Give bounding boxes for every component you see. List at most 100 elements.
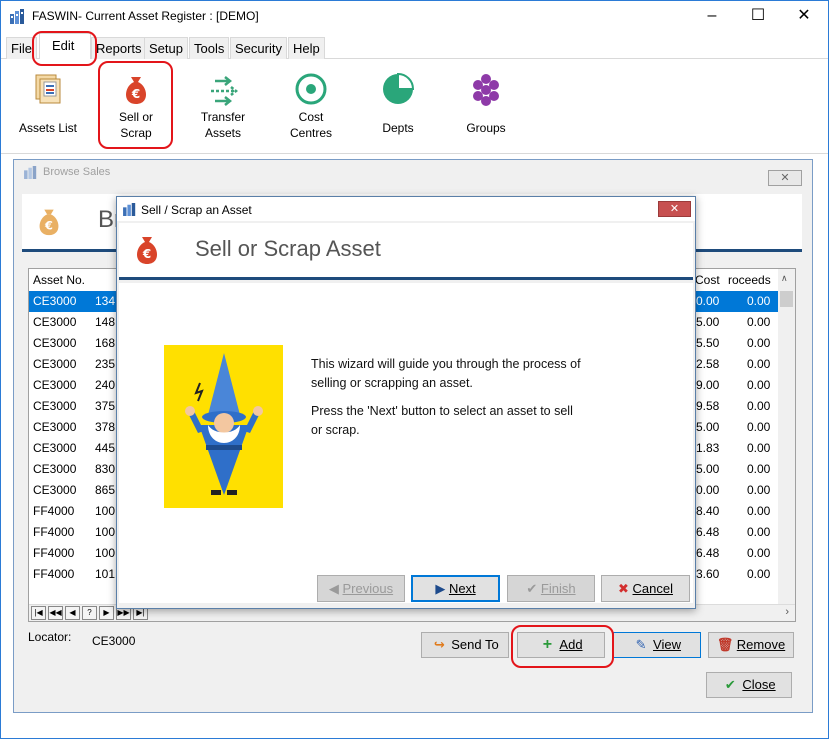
nav-help-button[interactable]: ? — [82, 606, 97, 620]
dialog-grid-icon — [123, 203, 136, 216]
cell-number: 378 — [95, 420, 116, 434]
menu-security[interactable]: Security — [230, 37, 287, 59]
send-arrow-icon: ↪ — [433, 637, 445, 652]
menu-help[interactable]: Help — [288, 37, 325, 59]
cell-proceeds: 0.00 — [747, 378, 771, 392]
cancel-button[interactable]: ✖ Cancel — [601, 575, 690, 602]
locator-input[interactable]: CE3000 — [92, 634, 135, 648]
instruction-line-1: Press the 'Next' button to select an ass… — [311, 404, 573, 418]
close-button[interactable]: ✔ Close — [706, 672, 792, 698]
finish-label: Finish — [540, 581, 576, 596]
remove-label: Remove — [736, 637, 786, 652]
cell-number: 830 — [95, 462, 116, 476]
browse-sales-title: Browse Sales — [43, 166, 111, 178]
col-asset-no[interactable]: Asset No. — [33, 269, 86, 291]
close-window-button[interactable]: ✕ — [781, 1, 827, 32]
cell-proceeds: 0.00 — [747, 462, 771, 476]
cell-cost: 3.60 — [696, 567, 720, 581]
cell-asset-no: CE3000 — [33, 399, 77, 413]
browse-grid-icon — [24, 166, 37, 179]
menu-reports[interactable]: Reports — [91, 37, 147, 59]
main-window: FASWIN- Current Asset Register : [DEMO] … — [0, 0, 829, 739]
intro-line-2: selling or scrapping an asset. — [311, 376, 473, 390]
cell-number: 134 — [95, 294, 116, 308]
cell-proceeds: 0.00 — [747, 441, 771, 455]
previous-button[interactable]: ◀ Previous — [317, 575, 405, 602]
cell-cost: 2.58 — [696, 357, 720, 371]
cell-number: 100 — [95, 525, 116, 539]
view-label: View — [653, 637, 681, 652]
menu-bar: File Edit Reports Setup Tools Security H… — [1, 33, 828, 59]
cost-label-2: Centres — [289, 126, 333, 140]
nav-first-button[interactable]: |◀ — [31, 606, 46, 620]
cell-cost: 5.00 — [696, 315, 720, 329]
triangle-right-icon: ▶ — [435, 581, 449, 596]
close-label: Close — [742, 677, 776, 692]
next-button[interactable]: ▶ Next — [411, 575, 500, 602]
cell-proceeds: 0.00 — [747, 546, 771, 560]
cell-asset-no: CE3000 — [33, 336, 77, 350]
cell-number: 375 — [95, 399, 116, 413]
cost-centres-button[interactable]: Cost Centres — [275, 59, 347, 154]
transfer-assets-button[interactable]: Transfer Assets — [187, 59, 259, 154]
window-title: FASWIN- Current Asset Register : [DEMO] — [32, 9, 259, 23]
cell-proceeds: 0.00 — [747, 294, 771, 308]
cell-number: 240 — [95, 378, 116, 392]
instruction-line-2: or scrap. — [311, 423, 360, 437]
menu-tools[interactable]: Tools — [189, 37, 230, 59]
cell-asset-no: FF4000 — [33, 525, 75, 539]
cell-number: 445 — [95, 441, 116, 455]
cell-proceeds: 0.00 — [747, 420, 771, 434]
cell-proceeds: 0.00 — [747, 525, 771, 539]
depts-button[interactable]: Depts — [363, 59, 433, 154]
cell-asset-no: CE3000 — [33, 441, 77, 455]
cell-cost: 0.00 — [696, 294, 720, 308]
maximize-button[interactable]: ☐ — [735, 1, 781, 32]
check-icon: ✔ — [526, 581, 541, 596]
cell-number: 235 — [95, 357, 116, 371]
cell-asset-no: CE3000 — [33, 483, 77, 497]
nav-next-button[interactable]: ▶ — [99, 606, 114, 620]
highlight-add-button — [511, 625, 614, 668]
dialog-header: € Sell or Scrap Asset — [119, 223, 693, 280]
cell-number: 100 — [95, 546, 116, 560]
finish-button[interactable]: ✔ Finish — [507, 575, 595, 602]
dialog-close-button[interactable]: ✕ — [658, 201, 691, 217]
hexagon-cluster-icon — [473, 74, 499, 106]
svg-text:€: € — [44, 219, 53, 233]
app-grid-icon — [10, 9, 24, 24]
money-bag-euro-icon: € — [137, 237, 157, 264]
menu-setup[interactable]: Setup — [144, 37, 188, 59]
nav-prev-page-button[interactable]: ◀◀ — [48, 606, 63, 620]
cell-proceeds: 0.00 — [747, 567, 771, 581]
view-button[interactable]: ✎ View — [613, 632, 701, 658]
cell-proceeds: 0.00 — [747, 504, 771, 518]
nav-prev-button[interactable]: ◀ — [65, 606, 80, 620]
col-cost[interactable]: Cost — [695, 269, 720, 291]
cell-asset-no: CE3000 — [33, 462, 77, 476]
cell-cost: 6.48 — [696, 546, 720, 560]
highlight-sell-scrap — [98, 61, 173, 149]
assets-list-button[interactable]: Assets List — [9, 59, 87, 154]
vertical-scrollbar[interactable]: ∧ — [778, 269, 795, 605]
groups-button[interactable]: Groups — [449, 59, 523, 154]
minimize-button[interactable]: – — [689, 1, 735, 32]
send-to-button[interactable]: ↪ Send To — [421, 632, 509, 658]
cell-cost: 9.58 — [696, 399, 720, 413]
cell-asset-no: CE3000 — [33, 378, 77, 392]
locator-label: Locator: — [28, 630, 72, 644]
cell-number: 101 — [95, 567, 116, 581]
cell-proceeds: 0.00 — [747, 399, 771, 413]
remove-button[interactable]: 🗑 Remove — [708, 632, 794, 658]
sell-scrap-dialog: Sell / Scrap an Asset ✕ € Sell or Scrap … — [116, 196, 696, 609]
cell-cost: 5.00 — [696, 420, 720, 434]
next-label: Next — [448, 581, 476, 596]
cell-asset-no: FF4000 — [33, 546, 75, 560]
browse-close-button[interactable]: ✕ — [768, 170, 802, 186]
cell-asset-no: CE3000 — [33, 420, 77, 434]
scroll-right-icon[interactable]: › — [785, 606, 789, 618]
cell-cost: 1.83 — [696, 441, 720, 455]
cell-asset-no: FF4000 — [33, 504, 75, 518]
col-proceeds[interactable]: roceeds — [728, 269, 771, 291]
money-bag-icon: € — [39, 209, 59, 236]
